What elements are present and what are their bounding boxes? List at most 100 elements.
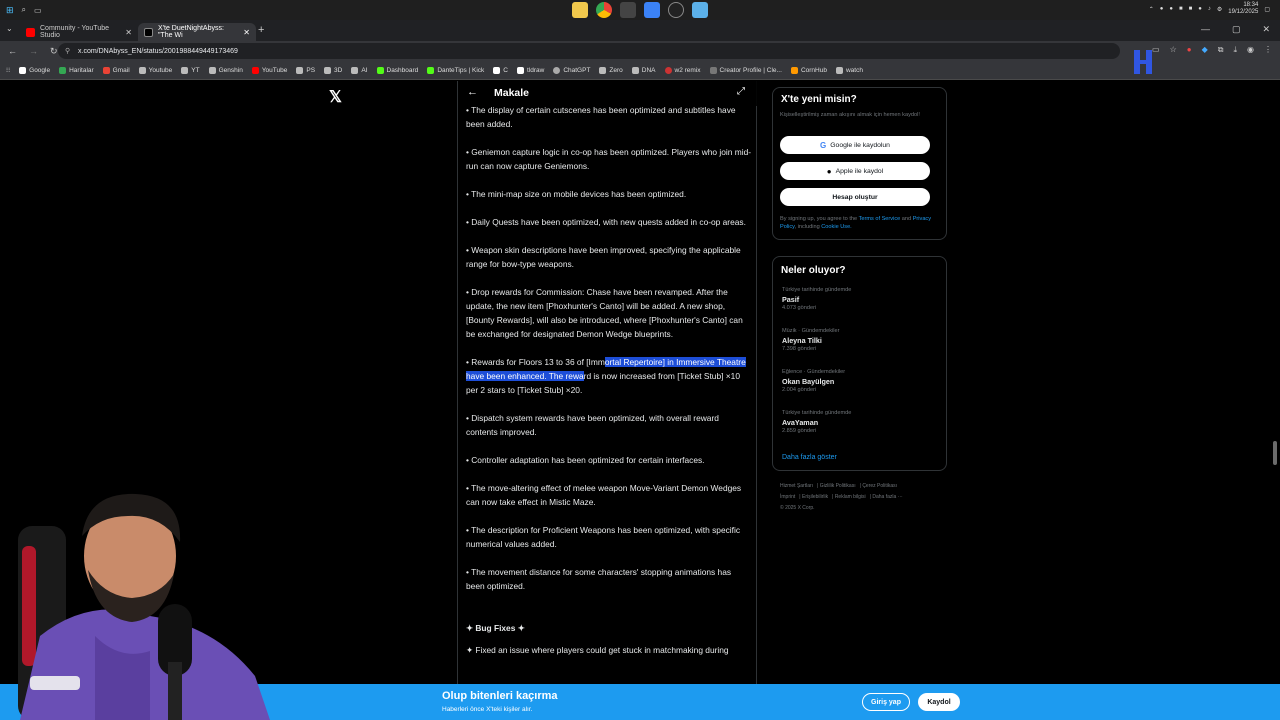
task-view-icon[interactable]: ▭ [34, 6, 42, 15]
toolbar-icons: ▭ ☆ ● ◆ ⧉ ⤓ ◉ ⋮ [1152, 45, 1272, 55]
close-icon[interactable]: ✕ [125, 28, 132, 37]
notification-icon[interactable]: ▢ [1264, 6, 1270, 13]
bookmark-item[interactable]: DanteTips | Kick [427, 66, 484, 74]
tab-title: Community - YouTube Studio [40, 25, 109, 39]
create-account-button[interactable]: Hesap oluştur [780, 188, 930, 206]
bookmark-item[interactable]: tldraw [516, 66, 544, 74]
tray-icon[interactable]: ● [1169, 6, 1173, 12]
bookmark-label: ChatGPT [563, 66, 591, 74]
obs-studio-icon[interactable] [668, 2, 684, 18]
tldraw-icon [516, 66, 524, 74]
close-icon[interactable]: ✕ [243, 28, 250, 37]
trend-count: 2.859 gönderi [782, 428, 817, 434]
bookmark-item[interactable]: Zero [599, 66, 623, 74]
settings-icon[interactable]: ⚙ [1217, 6, 1222, 13]
bookmark-item[interactable]: YT [181, 66, 200, 74]
trend-name: Aleyna Tilki [782, 336, 822, 345]
article-paragraph-highlighted: • Rewards for Floors 13 to 36 of [Immort… [466, 355, 752, 397]
trend-item[interactable]: Türkiye tarihinde gündemde AvaYaman 2.85… [782, 409, 851, 436]
cookie-link[interactable]: Cookie Use. [821, 224, 851, 230]
footer-link[interactable]: Daha fazla ··· [872, 494, 902, 500]
file-explorer-icon[interactable] [572, 2, 588, 18]
bookmark-item[interactable]: Creator Profile | Cle... [709, 66, 782, 74]
footer-link[interactable]: Gizlilik Politikası [820, 483, 856, 489]
signup-title: X'te yeni misin? [781, 94, 857, 105]
windows-start-icon[interactable]: ⊞ [6, 5, 14, 16]
register-button[interactable]: Kaydol [918, 693, 960, 711]
extension-icon-2[interactable]: ◆ [1202, 45, 1208, 55]
show-more-link[interactable]: Daha fazla göster [782, 454, 837, 461]
menu-icon[interactable]: ⋮ [1264, 45, 1272, 55]
profile-icon[interactable]: ◉ [1247, 45, 1254, 55]
bookmark-item[interactable]: YouTube [251, 66, 287, 74]
tray-icon[interactable]: ■ [1189, 6, 1193, 12]
reload-icon[interactable]: ↻ [50, 46, 58, 57]
footer-link[interactable]: Hizmet Şartları [780, 483, 813, 489]
tab-youtube-studio[interactable]: Community - YouTube Studio ✕ [20, 23, 138, 41]
extension-icon[interactable]: ● [1187, 45, 1192, 55]
bookmark-item[interactable]: DNA [631, 66, 656, 74]
trends-card: Neler oluyor? Türkiye tarihinde gündemde… [772, 256, 947, 471]
bookmark-item[interactable]: Genshin [208, 66, 243, 74]
chrome-icon[interactable] [596, 2, 612, 18]
tray-icon[interactable]: ● [1160, 6, 1164, 12]
google-signup-button[interactable]: G Google ile kaydolun [780, 136, 930, 154]
system-clock[interactable]: 18:34 19/12/2025 [1228, 2, 1258, 16]
bookmark-item[interactable]: Google [19, 66, 50, 74]
trend-item[interactable]: Eğlence · Gündemdekiler Okan Bayülgen 2.… [782, 368, 845, 395]
x-logo-icon[interactable]: 𝕏 [329, 87, 342, 107]
tab-x-post[interactable]: X'te DuetNightAbyss: "The Wi ✕ [138, 23, 256, 41]
bookmark-item[interactable]: Haritalar [59, 66, 94, 74]
tab-search-icon[interactable]: ⌄ [6, 24, 13, 33]
bookmark-item[interactable]: ChatGPT [553, 66, 591, 74]
scrollbar-thumb[interactable] [1273, 441, 1277, 465]
obs-icon[interactable] [620, 2, 636, 18]
bookmark-item[interactable]: watch [835, 66, 863, 74]
page-scrollbar[interactable] [1272, 81, 1278, 720]
forward-icon[interactable]: → [29, 46, 38, 57]
minimize-icon[interactable]: — [1201, 24, 1210, 35]
tray-icon[interactable]: ■ [1179, 6, 1183, 12]
close-window-icon[interactable]: ✕ [1262, 24, 1270, 35]
trend-item[interactable]: Müzik · Gündemdekiler Aleyna Tilki 7.398… [782, 327, 840, 354]
new-tab-icon[interactable]: + [258, 24, 264, 36]
bookmark-star-icon[interactable]: ☆ [1170, 45, 1177, 55]
trend-item[interactable]: Türkiye tarihinde gündemde Pasif 4.073 g… [782, 286, 851, 313]
download-icon[interactable]: ⤓ [1233, 45, 1237, 55]
apple-signup-button[interactable]: ● Apple ile kaydol [780, 162, 930, 180]
bookmark-item[interactable]: PS [296, 66, 315, 74]
terms-link[interactable]: Terms of Service [859, 216, 901, 222]
tray-chevron-icon[interactable]: ⌃ [1149, 6, 1154, 13]
back-icon[interactable]: ← [8, 46, 17, 57]
footer-link[interactable]: Erişilebilirlik [802, 494, 828, 500]
x-favicon-icon [144, 27, 153, 37]
footer-link[interactable]: Çerez Politikası [862, 483, 897, 489]
back-arrow-icon[interactable]: ← [467, 86, 478, 98]
footer-link[interactable]: İmprint [780, 494, 795, 500]
footer-link[interactable]: Reklam bilgisi [835, 494, 866, 500]
bookmark-item[interactable]: C [493, 66, 508, 74]
bookmark-item[interactable]: Youtube [138, 66, 172, 74]
bookmark-item[interactable]: Gmail [102, 66, 130, 74]
tray-icon[interactable]: ● [1198, 6, 1202, 12]
trend-count: 4.073 gönderi [782, 305, 817, 311]
os-taskbar: ⊞ ⌕ ▭ ⌃ ● ● ■ ■ ● ♪ ⚙ 18:34 19/12/2025 ▢ [0, 0, 1280, 20]
bookmark-item[interactable]: 3D [324, 66, 342, 74]
site-info-icon[interactable]: ⚲ [65, 47, 70, 55]
extensions-puzzle-icon[interactable]: ⧉ [1218, 45, 1224, 55]
expand-icon[interactable]: ⤢ [737, 86, 745, 97]
maximize-icon[interactable]: ▢ [1232, 24, 1241, 35]
login-button[interactable]: Giriş yap [862, 693, 910, 711]
bookmark-item[interactable]: Dashboard [376, 66, 418, 74]
footer-links: Hizmet Şartları | Gizlilik Politikası | Çe… [780, 483, 903, 511]
apps-icon[interactable]: ⁝⁝ [6, 66, 10, 74]
trend-name: AvaYaman [782, 418, 819, 427]
bookmark-item[interactable]: CornHub [790, 66, 827, 74]
url-input[interactable]: ⚲ x.com/DNAbyss_EN/status/20019884494491… [58, 43, 1120, 59]
app-icon[interactable] [644, 2, 660, 18]
app-icon-2[interactable] [692, 2, 708, 18]
bookmark-item[interactable]: AI [351, 66, 368, 74]
search-icon[interactable]: ⌕ [22, 5, 26, 15]
volume-icon[interactable]: ♪ [1208, 6, 1211, 12]
bookmark-item[interactable]: w2 remix [664, 66, 701, 74]
